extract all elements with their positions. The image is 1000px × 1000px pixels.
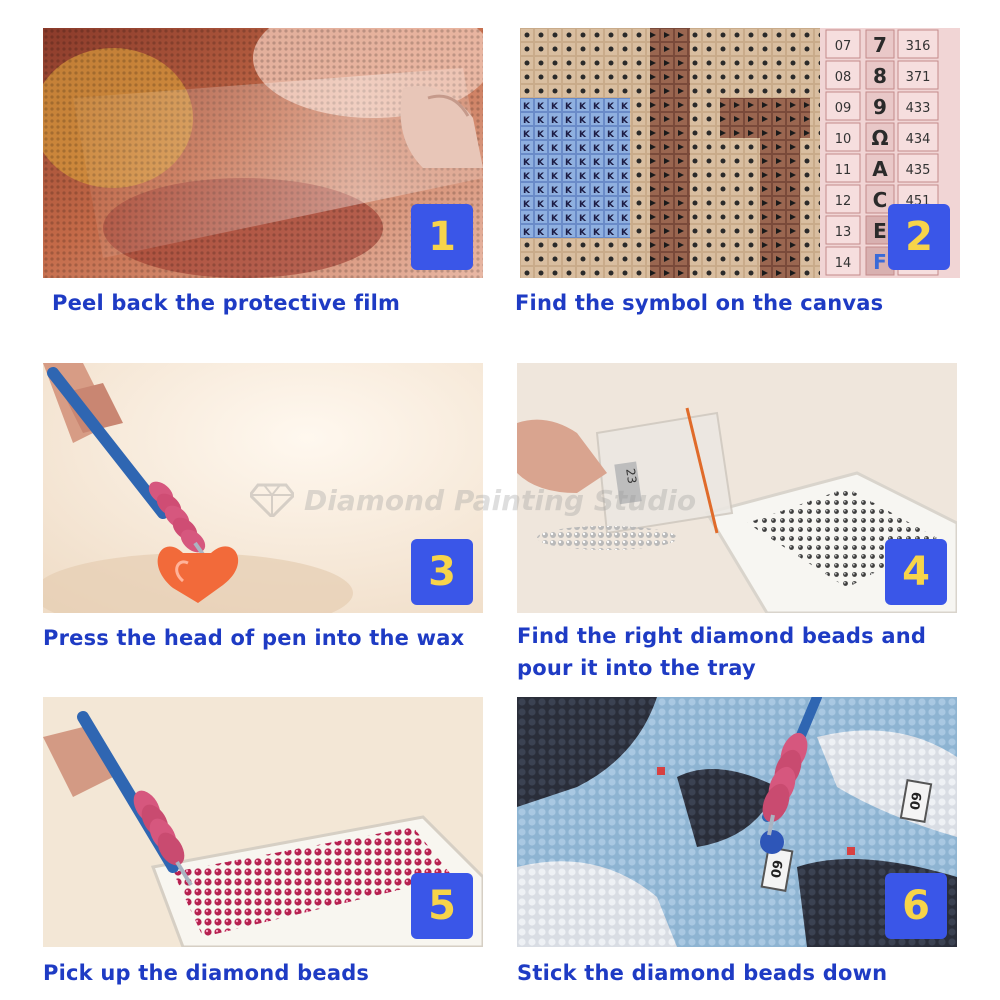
step-4-caption: Find the right diamond beads and pour it… (517, 624, 927, 680)
step-2-photo: K 07731608837109943310Ω43411A43512C45113… (520, 28, 960, 278)
step-number-badge: 3 (411, 539, 473, 605)
legend-code: 371 (906, 70, 931, 85)
legend-row: 07 7 316 (825, 29, 939, 59)
legend-row: 10 Ω 434 (825, 122, 939, 152)
bag-label: 23 (623, 468, 639, 485)
step-2-caption: Find the symbol on the canvas (515, 291, 884, 315)
legend-symbol: Ω (871, 126, 888, 150)
step-1-photo: 1 (43, 28, 483, 278)
step-number-badge: 1 (411, 204, 473, 270)
legend-index: 08 (835, 70, 852, 85)
legend-row: 11 A 435 (825, 153, 939, 183)
step-6-photo: 60 60 6 (517, 697, 957, 947)
legend-symbol: C (873, 188, 888, 212)
legend-index: 12 (835, 194, 852, 209)
legend-code: 434 (906, 132, 931, 147)
step-3-caption: Press the head of pen into the wax (43, 626, 465, 650)
step-5-caption: Pick up the diamond beads (43, 961, 370, 985)
step-number-badge: 2 (888, 204, 950, 270)
step-1-caption: Peel back the protective film (52, 291, 401, 315)
legend-code: 433 (906, 101, 931, 116)
legend-symbol: F (873, 250, 887, 274)
legend-index: 09 (835, 101, 852, 116)
legend-code: 435 (906, 163, 931, 178)
step-number-badge: 6 (885, 873, 947, 939)
legend-index: 13 (835, 225, 852, 240)
step-4-photo: 23 4 (517, 363, 957, 613)
legend-symbol: 8 (873, 64, 887, 88)
legend-index: 11 (835, 163, 852, 178)
legend-index: 07 (835, 39, 852, 54)
legend-symbol: A (872, 157, 888, 181)
legend-symbol: 7 (873, 33, 887, 57)
step-number-badge: 5 (411, 873, 473, 939)
legend-code: 316 (906, 39, 931, 54)
legend-row: 09 9 433 (825, 91, 939, 121)
step-6-caption: Stick the diamond beads down (517, 961, 888, 985)
legend-index: 14 (835, 256, 852, 271)
canvas-number-label: 60 (906, 791, 924, 811)
step-3-photo: 3 (43, 363, 483, 613)
legend-symbol: E (873, 219, 887, 243)
legend-symbol: 9 (873, 95, 887, 119)
legend-index: 10 (835, 132, 852, 147)
step-5-photo: 5 (43, 697, 483, 947)
step-number-badge: 4 (885, 539, 947, 605)
canvas-number-label: 60 (767, 859, 785, 879)
legend-row: 08 8 371 (825, 60, 939, 90)
